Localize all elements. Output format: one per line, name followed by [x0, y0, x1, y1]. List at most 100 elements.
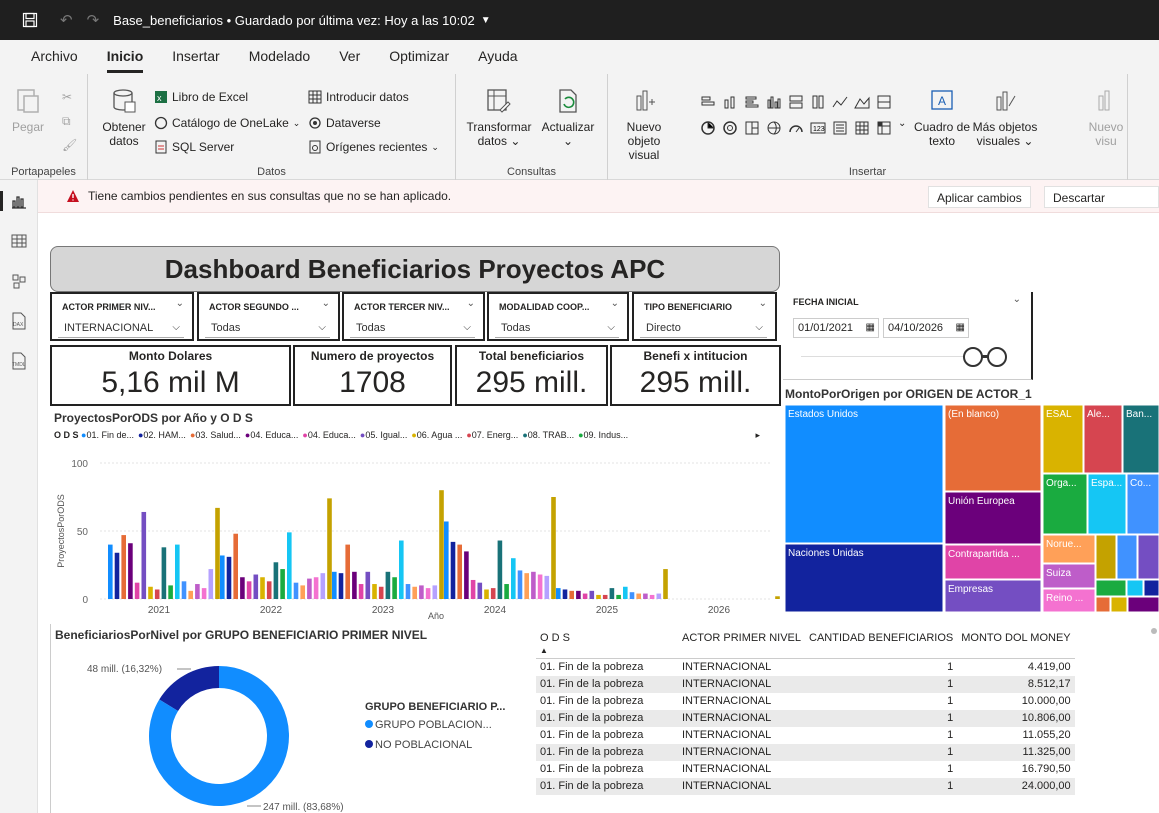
bar[interactable] — [260, 577, 265, 599]
bar[interactable] — [392, 577, 397, 599]
bar[interactable] — [569, 590, 574, 599]
treemap-tile[interactable] — [1143, 579, 1159, 597]
slicer-dropdown[interactable]: Directo ⌵ — [640, 318, 767, 338]
kpi-card-monto[interactable]: Monto Dolares 5,16 mil M — [50, 345, 291, 406]
bar[interactable] — [656, 593, 662, 599]
bar[interactable] — [457, 544, 462, 599]
new-visual-button[interactable]: Nuevo objeto visual — [612, 88, 676, 162]
table-row[interactable]: 01. Fin de la pobreza INTERNACIONAL 1 4.419… — [536, 659, 1075, 676]
bar[interactable] — [201, 588, 207, 599]
column-header-ods[interactable]: O D S ▲ — [536, 630, 678, 659]
table-row[interactable]: 01. Fin de la pobreza INTERNACIONAL 1 11.05… — [536, 727, 1075, 744]
area-chart-icon[interactable] — [854, 94, 870, 110]
100-stacked-column-icon[interactable] — [810, 94, 826, 110]
legend-item[interactable]: ●06. Agua ... — [411, 430, 462, 440]
onelake-button[interactable]: Catálogo de OneLake ⌄ — [154, 116, 300, 130]
bar[interactable] — [531, 571, 536, 599]
tab-ayuda[interactable]: Ayuda — [478, 48, 517, 66]
calendar-icon[interactable]: ▦ — [956, 319, 965, 337]
column-header-actor[interactable]: ACTOR PRIMER NIVEL — [678, 630, 805, 659]
table-row[interactable]: 01. Fin de la pobreza INTERNACIONAL 1 10.80… — [536, 709, 1075, 727]
bar[interactable] — [649, 594, 655, 599]
bar[interactable] — [439, 490, 444, 599]
bar[interactable] — [517, 570, 523, 599]
bar[interactable] — [629, 592, 635, 599]
column-header-cantidad[interactable]: CANTIDAD BENEFICIARIOS — [805, 630, 958, 659]
bar[interactable] — [128, 543, 133, 599]
bar[interactable] — [497, 540, 503, 599]
tmdl-view-icon[interactable]: TMDL — [0, 346, 38, 376]
table-row[interactable]: 01. Fin de la pobreza INTERNACIONAL 1 16.79… — [536, 761, 1075, 778]
chevron-down-icon[interactable]: ⌄ — [611, 298, 619, 309]
date-range-handle-end[interactable] — [987, 347, 1007, 367]
bar[interactable] — [108, 544, 113, 599]
report-view-icon[interactable] — [0, 186, 38, 216]
bar[interactable] — [266, 581, 272, 599]
bar[interactable] — [378, 586, 384, 599]
bar[interactable] — [616, 594, 621, 599]
bar[interactable] — [470, 579, 476, 599]
dax-query-view-icon[interactable]: DAX — [0, 306, 38, 336]
legend-item[interactable]: ●04. Educa... — [245, 430, 298, 440]
table-row[interactable]: 01. Fin de la pobreza INTERNACIONAL 1 24.00… — [536, 777, 1075, 795]
bar[interactable] — [602, 594, 608, 599]
table-visual[interactable]: O D S ▲ ACTOR PRIMER NIVEL CANTIDAD BENEF… — [522, 624, 1159, 813]
stacked-column-icon[interactable] — [722, 94, 738, 110]
slicer-dropdown[interactable]: Todas ⌵ — [495, 318, 619, 338]
bar[interactable] — [385, 571, 391, 599]
treemap-tile[interactable] — [1095, 534, 1117, 580]
excel-button[interactable]: x Libro de Excel — [154, 90, 248, 104]
chevron-down-icon[interactable]: ⌄ — [1013, 294, 1021, 305]
format-painter-icon[interactable]: 🖌 — [62, 138, 77, 152]
bar[interactable] — [240, 577, 245, 599]
treemap-tile[interactable] — [1095, 579, 1127, 597]
bar[interactable] — [287, 532, 292, 599]
ribbon-chart-icon[interactable] — [876, 94, 892, 110]
bar[interactable] — [412, 586, 417, 599]
bar[interactable] — [121, 535, 126, 599]
sql-server-button[interactable]: SQL Server — [154, 140, 234, 154]
donut-visual[interactable]: BeneficiariosPorNivel por GRUPO BENEFICI… — [50, 624, 512, 813]
treemap-icon[interactable] — [744, 120, 760, 136]
cut-icon[interactable]: ✂ — [62, 90, 72, 104]
bar[interactable] — [405, 584, 411, 599]
bar[interactable] — [154, 589, 160, 599]
bar-chart-visual[interactable]: ProyectosPorODS por Año y O D S O D S ●0… — [50, 409, 783, 621]
calendar-icon[interactable]: ▦ — [866, 319, 875, 337]
bar[interactable] — [332, 571, 337, 599]
slicer-dropdown[interactable]: Todas ⌵ — [205, 318, 330, 338]
refresh-button[interactable]: Actualizar ⌄ — [536, 88, 600, 148]
bar[interactable] — [233, 533, 238, 599]
more-visuals-button[interactable]: Más objetos visuales ⌄ — [970, 88, 1040, 148]
copy-icon[interactable]: ⧉ — [62, 114, 71, 129]
kpi-card-beneficiarios[interactable]: Total beneficiarios 295 mill. — [455, 345, 608, 406]
treemap-visual[interactable]: MontoPorOrigen por ORIGEN DE ACTOR_1 Est… — [783, 383, 1159, 623]
bar[interactable] — [596, 594, 601, 599]
bar[interactable] — [524, 573, 529, 599]
legend-item[interactable]: NO POBLACIONAL — [375, 739, 472, 751]
legend-item[interactable]: ●02. HAM... — [138, 430, 186, 440]
bar[interactable] — [477, 582, 483, 599]
treemap-tile[interactable] — [784, 405, 944, 544]
line-chart-icon[interactable] — [832, 94, 848, 110]
scrollbar[interactable] — [1151, 628, 1157, 634]
model-view-icon[interactable] — [0, 266, 38, 296]
bar[interactable] — [208, 569, 214, 599]
legend-item[interactable]: ●07. Energ... — [466, 430, 518, 440]
bar[interactable] — [444, 521, 449, 599]
bar[interactable] — [643, 593, 648, 599]
slicer-actor-segundo-nivel[interactable]: ACTOR SEGUNDO ... ⌄ Todas ⌵ — [197, 292, 340, 341]
bar[interactable] — [246, 581, 252, 599]
bar[interactable] — [188, 590, 193, 599]
table-view-icon[interactable] — [0, 226, 38, 256]
slicer-actor-tercer-nivel[interactable]: ACTOR TERCER NIV... ⌄ Todas ⌵ — [342, 292, 485, 341]
tab-insertar[interactable]: Insertar — [172, 48, 219, 66]
window-title[interactable]: Base_beneficiarios • Guardado por última… — [113, 13, 475, 28]
legend-item[interactable]: ●03. Salud... — [190, 430, 241, 440]
kpi-card-benefi-institucion[interactable]: Benefi x intitucion 295 mill. — [610, 345, 781, 406]
bar[interactable] — [307, 578, 312, 599]
slicer-dropdown[interactable]: INTERNACIONAL ⌵ — [58, 318, 184, 338]
legend-item[interactable]: GRUPO POBLACION... — [375, 719, 492, 731]
treemap-tile[interactable] — [1116, 534, 1138, 580]
bar[interactable] — [220, 555, 225, 599]
